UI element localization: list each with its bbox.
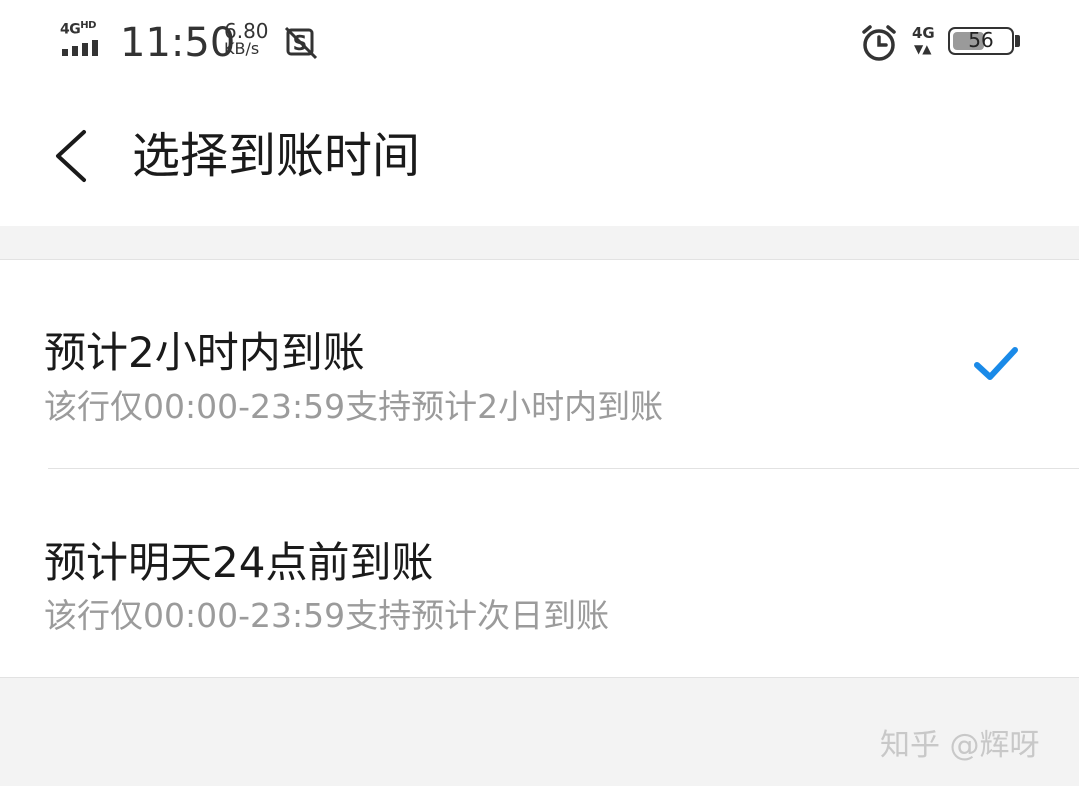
battery-icon: 56 (948, 27, 1014, 55)
option-next-day[interactable]: 预计明天24点前到账 该行仅00:00-23:59支持预计次日到账 (0, 469, 1079, 677)
option-2-hours[interactable]: 预计2小时内到账 该行仅00:00-23:59支持预计2小时内到账 (0, 260, 1079, 469)
checkmark-icon (974, 347, 1018, 380)
alarm-clock-icon (862, 25, 896, 61)
chevron-left-icon (56, 130, 86, 182)
net-speed: 6.80 KB/s (224, 19, 269, 58)
net-speed-value: 6.80 (224, 19, 269, 43)
option-subtitle: 该行仅00:00-23:59支持预计2小时内到账 (44, 387, 664, 426)
page-title: 选择到账时间 (132, 128, 421, 184)
option-title: 预计2小时内到账 (44, 328, 365, 377)
battery-cap (1015, 35, 1020, 47)
watermark: 知乎 @辉呀 (880, 728, 1040, 763)
network-type-text: 4G (60, 21, 81, 38)
data-arrows-icon: ▼▲ (914, 42, 931, 56)
mobile-data-label: 4G (912, 24, 935, 42)
arrival-time-options: 预计2小时内到账 该行仅00:00-23:59支持预计2小时内到账 预计明天24… (0, 260, 1079, 678)
app-header: 选择到账时间 (0, 88, 1079, 226)
network-type-label: 4GHD (60, 20, 96, 38)
option-subtitle: 该行仅00:00-23:59支持预计次日到账 (44, 596, 610, 635)
signal-bars-icon (62, 40, 98, 56)
back-button[interactable] (40, 126, 100, 186)
mobile-data-indicator: 4G ▼▲ (912, 24, 938, 60)
section-spacer (0, 226, 1079, 260)
battery-level: 56 (968, 28, 994, 52)
status-bar: 4GHD 11:50 6.80 KB/s S 4G ▼▲ 56 (0, 0, 1079, 88)
signal-indicator: 4GHD (60, 20, 108, 60)
status-time: 11:50 (120, 20, 236, 66)
option-title: 预计明天24点前到账 (44, 538, 434, 587)
screenshot-s-icon: S (284, 26, 318, 60)
hd-badge: HD (80, 20, 96, 31)
